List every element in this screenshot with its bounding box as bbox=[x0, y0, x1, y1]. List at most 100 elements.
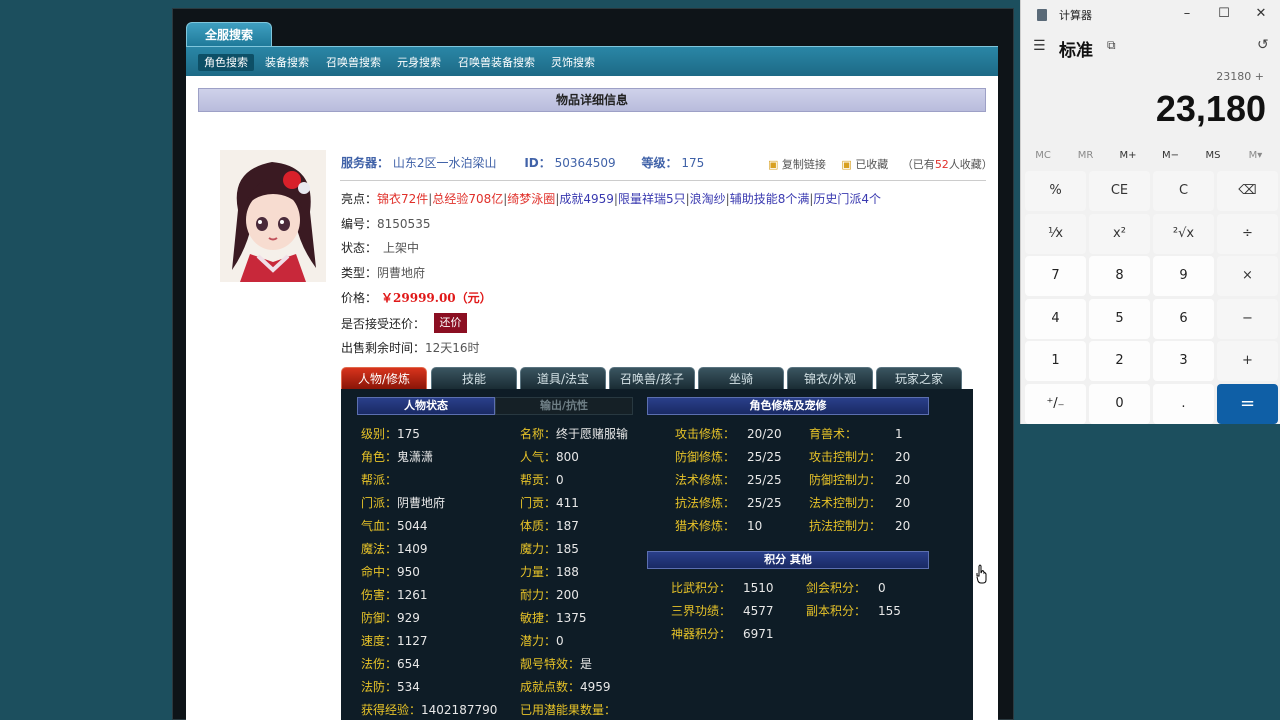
digit-4-button[interactable]: 4 bbox=[1025, 298, 1086, 339]
digit-9-button[interactable]: 9 bbox=[1153, 256, 1214, 296]
decimal-button[interactable]: . bbox=[1153, 383, 1214, 424]
tab-mounts[interactable]: 坐骑 bbox=[698, 367, 784, 389]
digit-6-button[interactable]: 6 bbox=[1153, 298, 1214, 339]
stat-value: 20/20 bbox=[747, 427, 782, 441]
nav-equip-search[interactable]: 装备搜索 bbox=[259, 54, 315, 71]
multiply-button[interactable]: × bbox=[1217, 256, 1278, 296]
stat-label: 神器积分： bbox=[671, 627, 732, 641]
section-output-resist[interactable]: 输出/抗性 bbox=[495, 397, 633, 415]
tab-outfits[interactable]: 锦衣/外观 bbox=[787, 367, 873, 389]
hamburger-menu-icon[interactable]: ☰ bbox=[1033, 36, 1049, 56]
stat-row: 命中：950 bbox=[361, 563, 420, 580]
memory-button[interactable]: MR bbox=[1066, 150, 1106, 161]
reciprocal-button[interactable]: ⅟x bbox=[1025, 213, 1086, 254]
stat-row: 抗法修炼： 25/25 bbox=[675, 494, 782, 511]
square-button[interactable]: x² bbox=[1089, 213, 1150, 254]
nav-role-search[interactable]: 角色搜索 bbox=[198, 54, 254, 71]
tab-global-search[interactable]: 全服搜索 bbox=[186, 22, 272, 46]
clear-button[interactable]: C bbox=[1153, 171, 1214, 211]
stat-label: 级别： bbox=[361, 427, 398, 441]
stat-row: 剑会积分： 0 bbox=[806, 579, 886, 596]
stat-value: 0 bbox=[556, 634, 564, 648]
stat-value: 4577 bbox=[743, 604, 774, 618]
memory-button[interactable]: M− bbox=[1151, 150, 1191, 161]
stat-value: 鬼潇潇 bbox=[397, 450, 434, 464]
server-row: 服务器： 山东2区一水泊梁山 ID： 50364509 等级： 175 bbox=[341, 154, 704, 171]
digit-0-button[interactable]: 0 bbox=[1089, 383, 1150, 424]
subtract-button[interactable]: − bbox=[1217, 298, 1278, 339]
stat-value: 1375 bbox=[556, 611, 587, 625]
stat-row: 已用潜能果数量： bbox=[520, 701, 616, 718]
action-links: ▣ 复制链接 ▣ 已收藏 （已有52人收藏） bbox=[768, 156, 993, 172]
backspace-button[interactable]: ⌫ bbox=[1217, 171, 1278, 211]
stat-value: 1261 bbox=[397, 588, 428, 602]
level-label: 等级： bbox=[641, 156, 678, 170]
stat-value: 25/25 bbox=[747, 496, 782, 510]
counter-offer-button[interactable]: 还价 bbox=[434, 313, 467, 333]
stat-label: 成就点数： bbox=[520, 680, 581, 694]
price-row: 价格： ￥29999.00（元） bbox=[341, 289, 492, 306]
percent-button[interactable]: % bbox=[1025, 171, 1086, 211]
divide-button[interactable]: ÷ bbox=[1217, 213, 1278, 254]
history-icon[interactable]: ↺ bbox=[1257, 37, 1269, 53]
fav-count: 52 bbox=[934, 158, 949, 171]
nav-yuanshen-search[interactable]: 元身搜索 bbox=[391, 54, 447, 71]
digit-7-button[interactable]: 7 bbox=[1025, 256, 1086, 296]
stat-row: 攻击控制力： 20 bbox=[809, 448, 910, 465]
nav-pet-equip-search[interactable]: 召唤兽装备搜索 bbox=[452, 54, 541, 71]
stat-row: 帮贡：0 bbox=[520, 471, 564, 488]
section-char-status[interactable]: 人物状态 bbox=[357, 397, 495, 415]
favorited-button[interactable]: 已收藏 bbox=[855, 158, 888, 171]
stat-value: 155 bbox=[878, 604, 901, 618]
digit-1-button[interactable]: 1 bbox=[1025, 341, 1086, 381]
tab-items[interactable]: 道具/法宝 bbox=[520, 367, 606, 389]
digit-3-button[interactable]: 3 bbox=[1153, 341, 1214, 381]
stat-row: 法术控制力： 20 bbox=[809, 494, 910, 511]
add-button[interactable]: + bbox=[1217, 341, 1278, 381]
tab-player-home[interactable]: 玩家之家 bbox=[876, 367, 962, 389]
stat-row: 帮派： bbox=[361, 471, 397, 488]
stat-label: 力量： bbox=[520, 565, 557, 579]
stat-row: 体质：187 bbox=[520, 517, 579, 534]
clear-entry-button[interactable]: CE bbox=[1089, 171, 1150, 211]
close-icon[interactable]: ✕ bbox=[1251, 4, 1271, 24]
copy-link-icon: ▣ bbox=[768, 158, 779, 171]
stat-row: 防御修炼： 25/25 bbox=[675, 448, 782, 465]
equals-button[interactable]: = bbox=[1217, 383, 1278, 424]
square-root-button[interactable]: ²√x bbox=[1153, 213, 1214, 254]
stat-value: 10 bbox=[747, 519, 763, 533]
memory-button[interactable]: M▾ bbox=[1236, 150, 1276, 161]
nav-lingshi-search[interactable]: 灵饰搜索 bbox=[545, 54, 601, 71]
tab-character[interactable]: 人物/修炼 bbox=[341, 367, 427, 389]
stat-label: 气血： bbox=[361, 519, 398, 533]
stat-label: 门派： bbox=[361, 496, 398, 510]
tab-skills[interactable]: 技能 bbox=[431, 367, 517, 389]
keep-on-top-icon[interactable]: ⧉ bbox=[1107, 38, 1116, 53]
memory-button[interactable]: MS bbox=[1193, 150, 1233, 161]
memory-button[interactable]: M+ bbox=[1108, 150, 1148, 161]
stat-label: 法伤： bbox=[361, 657, 398, 671]
minimize-icon[interactable]: – bbox=[1177, 4, 1197, 24]
copy-link-button[interactable]: 复制链接 bbox=[782, 158, 826, 171]
tab-pets[interactable]: 召唤兽/孩子 bbox=[609, 367, 695, 389]
id-value: 50364509 bbox=[554, 156, 616, 170]
digit-5-button[interactable]: 5 bbox=[1089, 298, 1150, 339]
stat-label: 育兽术： bbox=[809, 427, 858, 441]
memory-button[interactable]: MC bbox=[1023, 150, 1063, 161]
digit-8-button[interactable]: 8 bbox=[1089, 256, 1150, 296]
highlight-item: 锦衣72件 bbox=[377, 192, 429, 206]
stat-value: 20 bbox=[895, 519, 911, 533]
stat-label: 获得经验： bbox=[361, 703, 422, 717]
stat-label: 帮派： bbox=[361, 473, 398, 487]
fav-count-suffix: 人收藏） bbox=[948, 158, 993, 171]
remaining-label: 出售剩余时间： bbox=[341, 341, 426, 355]
id-label: ID： bbox=[524, 156, 551, 170]
highlight-item: 历史门派4个 bbox=[813, 192, 882, 206]
nav-pet-search[interactable]: 召唤兽搜索 bbox=[320, 54, 387, 71]
stat-value: 4959 bbox=[580, 680, 611, 694]
remaining-row: 出售剩余时间：12天16时 bbox=[341, 339, 480, 356]
maximize-icon[interactable]: ☐ bbox=[1214, 4, 1234, 24]
negate-button[interactable]: ⁺/₋ bbox=[1025, 383, 1086, 424]
stat-value: 654 bbox=[397, 657, 420, 671]
digit-2-button[interactable]: 2 bbox=[1089, 341, 1150, 381]
